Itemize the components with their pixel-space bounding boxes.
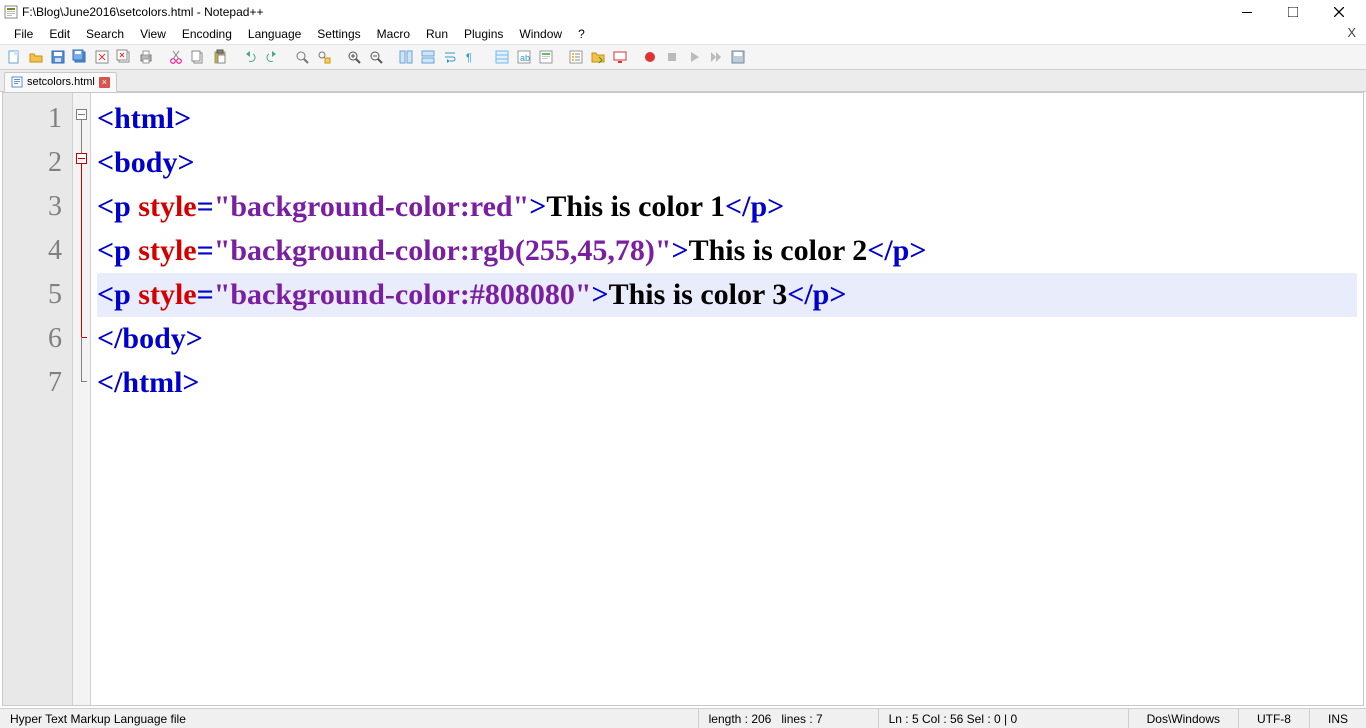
play-multi-icon[interactable] bbox=[706, 47, 726, 67]
folder-panel-icon[interactable] bbox=[588, 47, 608, 67]
status-position: Ln : 5 Col : 56 Sel : 0 | 0 bbox=[879, 709, 1129, 728]
status-length-lines: length : 206 lines : 7 bbox=[699, 709, 879, 728]
menubar: File Edit Search View Encoding Language … bbox=[0, 24, 1366, 44]
record-macro-icon[interactable] bbox=[640, 47, 660, 67]
sync-h-icon[interactable] bbox=[418, 47, 438, 67]
print-icon[interactable] bbox=[136, 47, 156, 67]
save-macro-icon[interactable] bbox=[728, 47, 748, 67]
menu-close-x[interactable]: X bbox=[1347, 25, 1356, 40]
zoom-out-icon[interactable] bbox=[366, 47, 386, 67]
code-line: <html> bbox=[97, 97, 1357, 141]
menu-search[interactable]: Search bbox=[78, 25, 132, 43]
lang-icon[interactable]: ab bbox=[514, 47, 534, 67]
line-number: 1 bbox=[3, 97, 62, 141]
toolbar: ¶ ab bbox=[0, 44, 1366, 70]
menu-view[interactable]: View bbox=[132, 25, 174, 43]
close-all-icon[interactable] bbox=[114, 47, 134, 67]
status-encoding[interactable]: UTF-8 bbox=[1239, 709, 1310, 728]
menu-language[interactable]: Language bbox=[240, 25, 309, 43]
line-number: 7 bbox=[3, 361, 62, 405]
menu-macro[interactable]: Macro bbox=[369, 25, 418, 43]
code-line-current: <p style="background-color:#808080">This… bbox=[97, 273, 1357, 317]
monitor-icon[interactable] bbox=[610, 47, 630, 67]
close-button[interactable] bbox=[1316, 0, 1362, 24]
sync-v-icon[interactable] bbox=[396, 47, 416, 67]
code-line: </body> bbox=[97, 317, 1357, 361]
titlebar: F:\Blog\June2016\setcolors.html - Notepa… bbox=[0, 0, 1366, 24]
line-number: 2 bbox=[3, 141, 62, 185]
menu-help[interactable]: ? bbox=[570, 25, 593, 43]
redo-icon[interactable] bbox=[262, 47, 282, 67]
open-file-icon[interactable] bbox=[26, 47, 46, 67]
svg-text:¶: ¶ bbox=[466, 52, 472, 64]
function-list-icon[interactable] bbox=[566, 47, 586, 67]
status-eol[interactable]: Dos\Windows bbox=[1129, 709, 1239, 728]
replace-icon[interactable] bbox=[314, 47, 334, 67]
paste-icon[interactable] bbox=[210, 47, 230, 67]
menu-edit[interactable]: Edit bbox=[41, 25, 78, 43]
menu-file[interactable]: File bbox=[6, 25, 41, 43]
file-icon bbox=[11, 76, 23, 88]
code-area[interactable]: <html> <body> <p style="background-color… bbox=[91, 93, 1363, 705]
menu-settings[interactable]: Settings bbox=[309, 25, 368, 43]
code-line: <p style="background-color:rgb(255,45,78… bbox=[97, 229, 1357, 273]
menu-window[interactable]: Window bbox=[511, 25, 570, 43]
tab-label: setcolors.html bbox=[27, 76, 95, 88]
statusbar: Hyper Text Markup Language file length :… bbox=[0, 708, 1366, 728]
line-number: 5 bbox=[3, 273, 62, 317]
undo-icon[interactable] bbox=[240, 47, 260, 67]
show-chars-icon[interactable]: ¶ bbox=[462, 47, 482, 67]
menu-plugins[interactable]: Plugins bbox=[456, 25, 511, 43]
code-line: <body> bbox=[97, 141, 1357, 185]
copy-icon[interactable] bbox=[188, 47, 208, 67]
tab-close-icon[interactable]: × bbox=[99, 77, 110, 88]
save-all-icon[interactable] bbox=[70, 47, 90, 67]
fold-gutter[interactable] bbox=[73, 93, 91, 705]
line-number: 3 bbox=[3, 185, 62, 229]
menu-run[interactable]: Run bbox=[418, 25, 456, 43]
cut-icon[interactable] bbox=[166, 47, 186, 67]
new-file-icon[interactable] bbox=[4, 47, 24, 67]
code-line: <p style="background-color:red">This is … bbox=[97, 185, 1357, 229]
app-icon bbox=[4, 5, 18, 19]
doc-map-icon[interactable] bbox=[536, 47, 556, 67]
status-filetype: Hyper Text Markup Language file bbox=[0, 709, 699, 728]
maximize-button[interactable] bbox=[1270, 0, 1316, 24]
indent-guide-icon[interactable] bbox=[492, 47, 512, 67]
zoom-in-icon[interactable] bbox=[344, 47, 364, 67]
window-title: F:\Blog\June2016\setcolors.html - Notepa… bbox=[22, 5, 263, 19]
tabbar: setcolors.html × bbox=[0, 70, 1366, 92]
wrap-icon[interactable] bbox=[440, 47, 460, 67]
line-number-gutter: 1 2 3 4 5 6 7 bbox=[3, 93, 73, 705]
menu-encoding[interactable]: Encoding bbox=[174, 25, 240, 43]
stop-macro-icon[interactable] bbox=[662, 47, 682, 67]
line-number: 4 bbox=[3, 229, 62, 273]
find-icon[interactable] bbox=[292, 47, 312, 67]
code-line: </html> bbox=[97, 361, 1357, 405]
line-number: 6 bbox=[3, 317, 62, 361]
svg-text:ab: ab bbox=[520, 53, 530, 63]
editor: 1 2 3 4 5 6 7 <html> <body> <p style="ba… bbox=[2, 92, 1364, 706]
close-file-icon[interactable] bbox=[92, 47, 112, 67]
play-macro-icon[interactable] bbox=[684, 47, 704, 67]
status-mode[interactable]: INS bbox=[1310, 709, 1366, 728]
save-icon[interactable] bbox=[48, 47, 68, 67]
minimize-button[interactable] bbox=[1224, 0, 1270, 24]
tab-setcolors[interactable]: setcolors.html × bbox=[4, 72, 117, 92]
